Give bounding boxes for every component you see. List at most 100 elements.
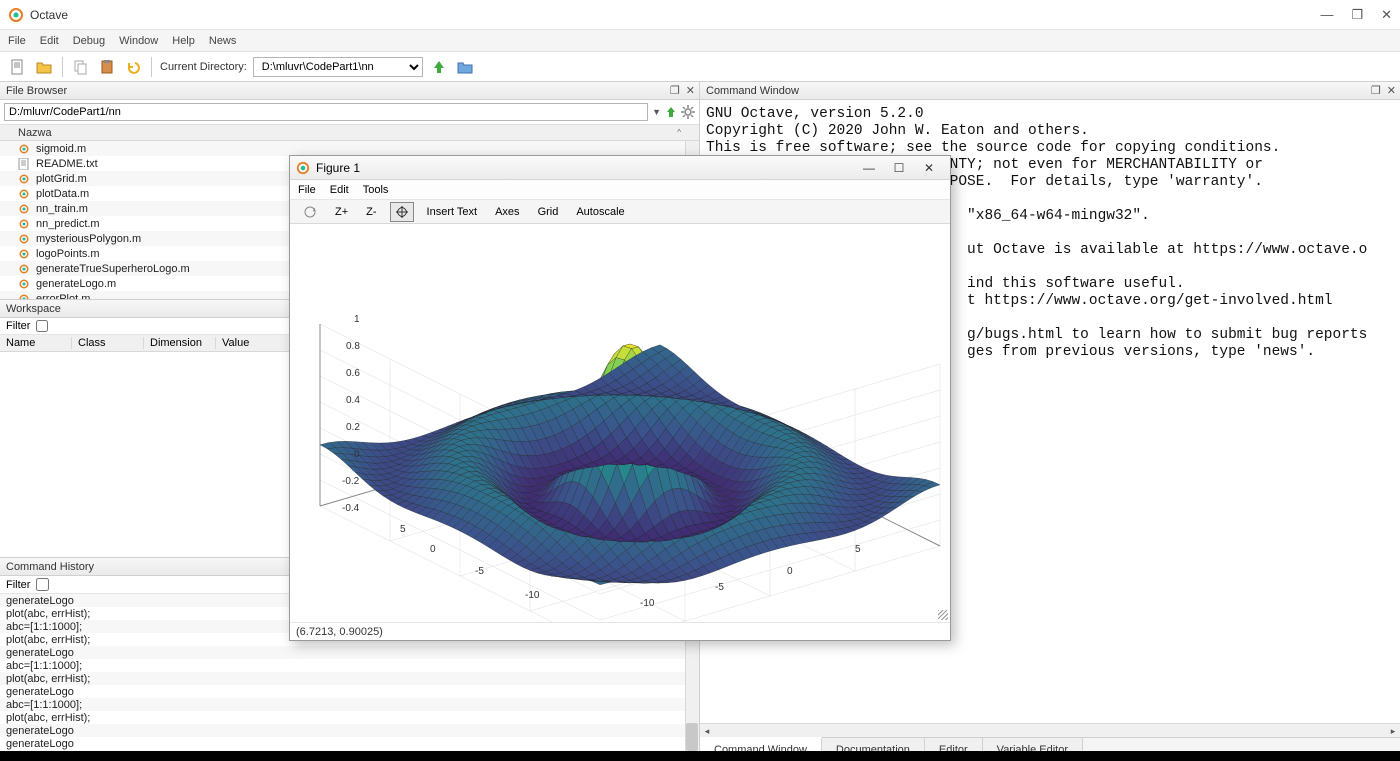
history-entry[interactable]: generateLogo [0, 737, 699, 750]
command-window-hscrollbar[interactable]: ◂ ▸ [700, 723, 1400, 737]
octave-icon [296, 161, 310, 175]
file-name: mysteriousPolygon.m [36, 233, 141, 245]
file-browser-path-input[interactable] [4, 103, 648, 121]
scroll-right-icon[interactable]: ▸ [1386, 724, 1400, 738]
history-filter-checkbox[interactable] [36, 578, 49, 591]
octave-file-icon [18, 173, 32, 185]
figure-close-button[interactable]: ✕ [914, 161, 944, 175]
figure-minimize-button[interactable]: — [854, 161, 884, 175]
workspace-title: Workspace [6, 303, 61, 315]
insert-text-button[interactable]: Insert Text [422, 203, 483, 221]
col-dimension[interactable]: Dimension [144, 337, 216, 349]
dropdown-icon[interactable]: ▼ [652, 107, 661, 117]
window-minimize-button[interactable]: — [1320, 7, 1333, 23]
figure-menu-edit[interactable]: Edit [330, 184, 349, 196]
figure-window[interactable]: Figure 1 — ☐ ✕ File Edit Tools Z+ Z- Ins… [289, 155, 951, 641]
panel-close-button[interactable]: ✕ [686, 84, 695, 97]
z-tick: 0.2 [346, 422, 360, 433]
menu-window[interactable]: Window [119, 35, 158, 47]
file-browser-column-name[interactable]: Nazwa [18, 127, 52, 139]
history-filter-label: Filter [6, 579, 30, 591]
x-tick: 0 [430, 544, 436, 555]
history-entry[interactable]: plot(abc, errHist); [0, 672, 699, 685]
figure-status-coords: (6.7213, 0.90025) [296, 626, 383, 638]
text-file-icon [18, 158, 32, 170]
octave-file-icon [18, 203, 32, 215]
file-name: generateLogo.m [36, 278, 116, 290]
octave-file-icon [18, 143, 32, 155]
octave-file-icon [18, 293, 32, 300]
z-tick: -0.2 [342, 476, 359, 487]
menu-edit[interactable]: Edit [40, 35, 59, 47]
col-class[interactable]: Class [72, 337, 144, 349]
octave-file-icon [18, 278, 32, 290]
x-tick: -5 [475, 566, 484, 577]
autoscale-button[interactable]: Autoscale [571, 203, 629, 221]
z-tick: -0.4 [342, 503, 359, 514]
axes-button[interactable]: Axes [490, 203, 524, 221]
x-tick: 5 [400, 524, 406, 535]
octave-file-icon [18, 263, 32, 275]
window-close-button[interactable]: ✕ [1381, 7, 1392, 23]
history-entry[interactable]: generateLogo [0, 646, 699, 659]
figure-titlebar[interactable]: Figure 1 — ☐ ✕ [290, 156, 950, 180]
workspace-filter-checkbox[interactable] [36, 320, 48, 332]
zoom-in-button[interactable]: Z+ [330, 203, 353, 221]
panel-undock-button[interactable]: ❐ [670, 84, 680, 97]
octave-file-icon [18, 218, 32, 230]
open-button[interactable] [34, 57, 54, 77]
file-name: README.txt [36, 158, 98, 170]
col-name[interactable]: Name [0, 337, 72, 349]
menu-help[interactable]: Help [172, 35, 195, 47]
history-entry[interactable]: generateLogo [0, 685, 699, 698]
window-maximize-button[interactable]: ❐ [1351, 7, 1363, 23]
octave-file-icon [18, 248, 32, 260]
z-tick: 1 [354, 314, 360, 325]
figure-title: Figure 1 [316, 161, 854, 175]
history-entry[interactable]: generateLogo [0, 724, 699, 737]
current-directory-select[interactable]: D:\mluvr\CodePart1\nn [253, 57, 423, 77]
folder-up-icon[interactable] [665, 106, 677, 118]
scroll-left-icon[interactable]: ◂ [700, 724, 714, 738]
file-name: nn_train.m [36, 203, 88, 215]
file-name: sigmoid.m [36, 143, 86, 155]
figure-canvas[interactable]: 1 0.8 0.6 0.4 0.2 0 -0.2 -0.4 5 0 -5 -10… [290, 224, 950, 622]
y-tick: -5 [715, 582, 724, 593]
z-tick: 0.4 [346, 395, 360, 406]
panel-close-button[interactable]: ✕ [1387, 84, 1396, 97]
file-name: generateTrueSuperheroLogo.m [36, 263, 190, 275]
resize-grip[interactable] [938, 610, 948, 620]
panel-undock-button[interactable]: ❐ [1371, 84, 1381, 97]
figure-toolbar: Z+ Z- Insert Text Axes Grid Autoscale [290, 200, 950, 224]
octave-icon [8, 7, 24, 23]
menu-file[interactable]: File [8, 35, 26, 47]
figure-menu-tools[interactable]: Tools [363, 184, 389, 196]
zoom-out-button[interactable]: Z- [361, 203, 381, 221]
main-toolbar: Current Directory: D:\mluvr\CodePart1\nn [0, 52, 1400, 82]
column-sort-icon[interactable]: ^ [677, 128, 681, 137]
paste-button[interactable] [97, 57, 117, 77]
browse-folder-button[interactable] [455, 57, 475, 77]
rotate-button[interactable] [298, 202, 322, 222]
new-script-button[interactable] [8, 57, 28, 77]
figure-maximize-button[interactable]: ☐ [884, 161, 914, 175]
octave-file-icon [18, 233, 32, 245]
history-entry[interactable]: plot(abc, errHist); [0, 711, 699, 724]
file-browser-title: File Browser [6, 85, 67, 97]
folder-up-button[interactable] [429, 57, 449, 77]
menu-news[interactable]: News [209, 35, 237, 47]
file-row[interactable]: sigmoid.m [0, 141, 699, 156]
menu-debug[interactable]: Debug [73, 35, 105, 47]
toolbar-separator [62, 57, 63, 77]
grid-button[interactable]: Grid [533, 203, 564, 221]
history-entry[interactable]: abc=[1:1:1000]; [0, 659, 699, 672]
file-name: logoPoints.m [36, 248, 100, 260]
figure-menubar: File Edit Tools [290, 180, 950, 200]
undo-button[interactable] [123, 57, 143, 77]
gear-icon[interactable] [681, 105, 695, 119]
figure-menu-file[interactable]: File [298, 184, 316, 196]
pan-button[interactable] [390, 202, 414, 222]
copy-button[interactable] [71, 57, 91, 77]
z-tick: 0 [354, 449, 360, 460]
history-entry[interactable]: abc=[1:1:1000]; [0, 698, 699, 711]
